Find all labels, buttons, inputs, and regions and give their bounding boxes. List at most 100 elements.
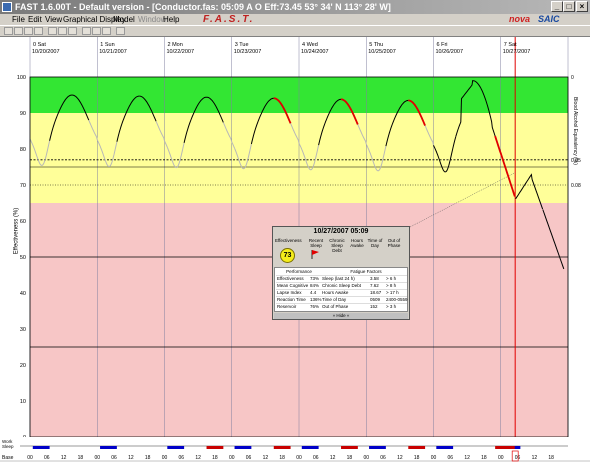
schedule-bars: WorkSleepBase 00 06 12 18 00 06 12 18 00 06 12 18 00 0… — [0, 437, 590, 473]
copy-icon[interactable] — [58, 27, 67, 35]
popup-header-out-of-phase: Out of Phase — [387, 238, 401, 248]
hour-tick-label: 18 — [347, 455, 353, 461]
menu-view[interactable]: View — [45, 14, 62, 25]
day-date-label: 10/20/2007 — [32, 49, 60, 55]
hour-tick-label: 12 — [61, 455, 67, 461]
popup-header-chronic-debt: Chronic Sleep Debt — [329, 238, 345, 253]
day-date-label: 10/24/2007 — [301, 49, 329, 55]
toolbar — [0, 25, 590, 37]
right-tick-label: 0 — [571, 75, 574, 81]
fatigue-header: Fatigue Factors — [350, 269, 382, 274]
cut-icon[interactable] — [48, 27, 57, 35]
left-tick-label: 40 — [20, 291, 26, 297]
hour-tick-label: 00 — [363, 455, 369, 461]
work-bar — [273, 446, 291, 449]
day-label: 2 Mon — [168, 42, 183, 48]
base-row-label: Base — [2, 455, 14, 461]
day-date-label: 10/22/2007 — [167, 49, 195, 55]
table-row: Lapse Index 4.4 Hours Awake 18.67 > 17 h — [276, 289, 407, 296]
hour-tick-label: 18 — [279, 455, 285, 461]
red-flag-icon — [311, 250, 319, 259]
day-date-label: 10/23/2007 — [234, 49, 262, 55]
left-tick-label: 100 — [17, 75, 26, 81]
left-tick-label: 60 — [20, 219, 26, 225]
hour-tick-label: 00 — [162, 455, 168, 461]
print-icon[interactable] — [34, 27, 43, 35]
close-button[interactable]: × — [576, 1, 588, 12]
hour-tick-label: 06 — [246, 455, 252, 461]
sleep-bar — [301, 446, 319, 449]
hour-tick-label: 00 — [229, 455, 235, 461]
performance-header: Performance — [286, 269, 312, 274]
zoom-in-icon[interactable] — [82, 27, 91, 35]
left-tick-label: 70 — [20, 183, 26, 189]
left-tick-label: 90 — [20, 111, 26, 117]
hour-tick-label: 00 — [27, 455, 33, 461]
zoom-out-icon[interactable] — [92, 27, 101, 35]
hour-tick-label: 06 — [380, 455, 386, 461]
day-label: 1 Sun — [100, 42, 114, 48]
hour-tick-label: 12 — [195, 455, 201, 461]
hour-tick-label: 06 — [448, 455, 454, 461]
popup-datetime: 10/27/2007 05:09 — [313, 228, 369, 235]
app-icon — [2, 2, 12, 12]
hour-tick-label: 06 — [179, 455, 185, 461]
day-label: 0 Sat — [33, 42, 46, 48]
table-row: Mean Cognitive 84% Chronic Sleep Debt 7.62… — [276, 282, 407, 289]
left-tick-label: 30 — [20, 327, 26, 333]
work-bar — [206, 446, 224, 449]
left-tick-label: 80 — [20, 147, 26, 153]
hour-tick-label: 00 — [431, 455, 437, 461]
right-tick-label: 0.08 — [571, 183, 581, 189]
menu-edit[interactable]: Edit — [28, 14, 42, 25]
maximize-button[interactable]: □ — [563, 1, 575, 12]
sleep-bar — [369, 446, 386, 449]
hour-tick-label: 18 — [548, 455, 554, 461]
hour-tick-label: 18 — [145, 455, 151, 461]
new-file-icon[interactable] — [4, 27, 13, 35]
table-row: Reservoir 76% Out of Phase 152 > 3 h — [276, 303, 407, 310]
saic-logo: SAIC — [538, 14, 560, 24]
hour-tick-label: 06 — [313, 455, 319, 461]
window-title: FAST 1.6.00T - Default version - [Conduc… — [15, 2, 391, 12]
nova-logo: nova — [509, 14, 531, 24]
hour-tick-label: 06 — [111, 455, 117, 461]
sleep-bar — [32, 446, 50, 449]
status-popup[interactable]: 10/27/2007 05:09 Effectiveness Recent Sl… — [272, 226, 410, 320]
hour-tick-label: 00 — [296, 455, 302, 461]
save-icon[interactable] — [24, 27, 33, 35]
popup-header-time-of-day: Time of Day — [367, 238, 383, 248]
menu-model[interactable]: Model — [113, 14, 135, 25]
menu-file[interactable]: File — [12, 14, 25, 25]
fast-logo: F.A.S.T. — [203, 14, 255, 25]
hour-tick-label: 06 — [44, 455, 50, 461]
paste-icon[interactable] — [68, 27, 77, 35]
hide-button[interactable]: » Hide « — [274, 313, 408, 319]
day-label: 7 Sat — [504, 42, 517, 48]
hour-tick-label: 00 — [94, 455, 100, 461]
hour-tick-label: 18 — [414, 455, 420, 461]
fatigue-table: Performance Fatigue Factors Effectivenes… — [274, 267, 408, 312]
help-icon[interactable] — [116, 27, 125, 35]
day-date-label: 10/21/2007 — [99, 49, 127, 55]
chart-icon[interactable] — [102, 27, 111, 35]
open-folder-icon[interactable] — [14, 27, 23, 35]
minimize-button[interactable]: _ — [551, 1, 563, 12]
work-bar — [495, 446, 515, 449]
day-date-label: 10/26/2007 — [436, 49, 464, 55]
hour-tick-label: 18 — [78, 455, 84, 461]
day-date-label: 10/25/2007 — [368, 49, 396, 55]
hour-tick-label: 12 — [532, 455, 538, 461]
hour-tick-label: 12 — [397, 455, 403, 461]
effectiveness-value: 73 — [280, 248, 295, 263]
sleep-bar — [234, 446, 252, 449]
left-tick-label: 50 — [20, 255, 26, 261]
menu-bar: File Edit View Graphical Display Model W… — [0, 14, 590, 25]
left-tick-label: 10 — [20, 399, 26, 405]
day-date-label: 10/27/2007 — [503, 49, 531, 55]
menu-help[interactable]: Help — [163, 14, 179, 25]
popup-header-recent-sleep: Recent Sleep — [308, 238, 324, 248]
table-row: Effectiveness 73% Sleep (last 24 h) 3.58 > … — [276, 275, 407, 282]
sleep-bar — [167, 446, 185, 449]
day-label: 6 Fri — [437, 42, 448, 48]
